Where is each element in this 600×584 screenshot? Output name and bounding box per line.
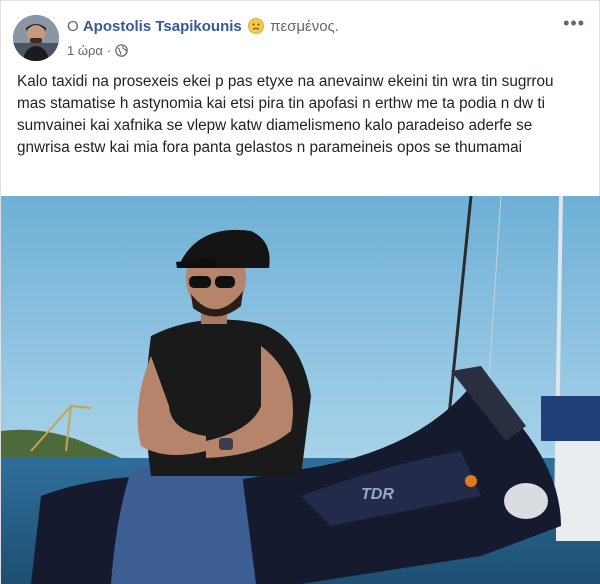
header-prefix: Ο <box>67 18 79 35</box>
more-options-icon[interactable]: ••• <box>563 13 585 34</box>
globe-icon[interactable] <box>115 44 129 57</box>
facebook-post-card: Ο Apostolis Tsapikounis πεσμένος. 1 ώρα … <box>0 0 600 584</box>
bike-model-text: TDR <box>361 486 394 503</box>
post-photo[interactable]: TDR <box>1 196 600 584</box>
author-name-link[interactable]: Apostolis Tsapikounis <box>83 18 242 35</box>
post-meta: 1 ώρα · <box>67 43 129 58</box>
sad-face-icon <box>248 18 264 34</box>
post-header: Ο Apostolis Tsapikounis πεσμένος. <box>67 18 339 35</box>
feeling-label: πεσμένος. <box>270 18 339 35</box>
post-timestamp[interactable]: 1 ώρα <box>67 43 103 58</box>
post-body-text: Kalo taxidi na prosexeis ekei p pas etyx… <box>17 73 554 156</box>
meta-separator: · <box>106 43 112 58</box>
author-avatar[interactable] <box>13 15 59 61</box>
